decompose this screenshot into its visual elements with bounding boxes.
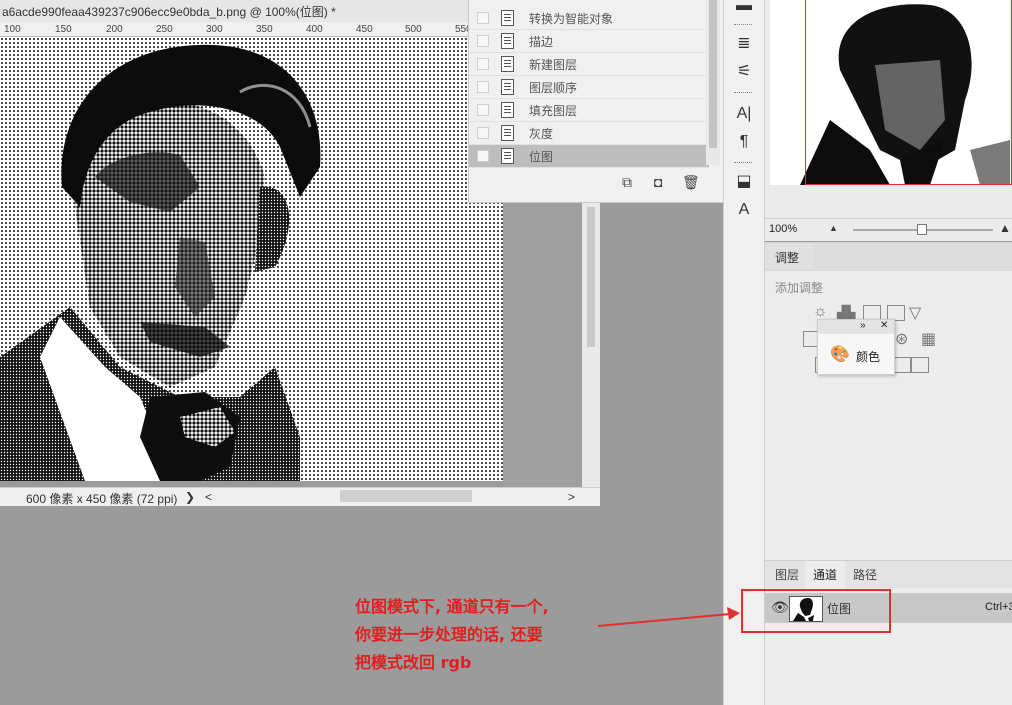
document-size-info: 600 像素 x 450 像素 (72 ppi) bbox=[26, 492, 178, 506]
new-document-from-state-icon[interactable]: ⧉ bbox=[622, 174, 632, 191]
history-state-icon bbox=[501, 79, 514, 95]
color-panel-label[interactable]: 颜色 bbox=[856, 348, 880, 365]
ruler-tick: 350 bbox=[256, 24, 273, 35]
ruler-tick: 500 bbox=[405, 24, 422, 35]
status-bar: 600 像素 x 450 像素 (72 ppi) ❯ < > bbox=[0, 487, 600, 506]
adjustments-tab-label: 调整 bbox=[775, 251, 800, 265]
comment-icon[interactable]: ▬ bbox=[734, 0, 754, 16]
ruler-tick: 150 bbox=[55, 24, 72, 35]
history-snapshot-checkbox[interactable] bbox=[477, 12, 489, 24]
history-scroll-thumb[interactable] bbox=[709, 0, 717, 148]
adjustments-panel: 调整 添加调整 ☼ ▟▙ ▽ ⊛ ▦ bbox=[765, 242, 1012, 561]
close-icon[interactable]: ✕ bbox=[880, 320, 888, 331]
history-item-label: 新建图层 bbox=[529, 58, 578, 72]
halftone-portrait bbox=[0, 44, 321, 481]
history-state-icon bbox=[501, 56, 514, 72]
tab-adjustments[interactable]: 调整 bbox=[765, 243, 813, 269]
history-footer: ⧉ ◘ 🗑 bbox=[468, 170, 722, 198]
history-item[interactable]: 描边 bbox=[469, 30, 709, 53]
color-adjustment-popup: » ✕ 🎨 颜色 bbox=[817, 319, 895, 375]
history-scrollbar[interactable] bbox=[706, 0, 720, 165]
character-icon[interactable]: A| bbox=[734, 104, 754, 124]
history-snapshot-checkbox[interactable] bbox=[477, 58, 489, 70]
gradient-map-icon[interactable] bbox=[893, 357, 911, 373]
annotation-line: 你要进一步处理的话, 还要 bbox=[355, 625, 543, 644]
tab-channels[interactable]: 通道 bbox=[805, 561, 846, 589]
history-snapshot-checkbox[interactable] bbox=[477, 81, 489, 93]
horizontal-scroll-thumb[interactable] bbox=[340, 490, 472, 502]
vibrance-icon[interactable]: ▽ bbox=[909, 303, 921, 323]
levels-icon[interactable]: ▟▙ bbox=[837, 305, 855, 319]
tool-separator bbox=[734, 162, 752, 166]
history-state-icon bbox=[501, 148, 514, 164]
ruler-tick: 300 bbox=[206, 24, 223, 35]
add-adjustment-label: 添加调整 bbox=[775, 281, 824, 295]
history-item-label: 位图 bbox=[529, 150, 554, 164]
history-state-icon bbox=[501, 33, 514, 49]
document-title: a6acde990feaa439237c906ecc9e0bda_b.png @… bbox=[2, 5, 336, 19]
status-menu-arrow[interactable]: ❯ bbox=[185, 490, 195, 504]
scroll-right-arrow[interactable]: > bbox=[568, 490, 575, 504]
glyphs-icon[interactable]: ⬓ bbox=[734, 172, 754, 192]
tool-presets-icon[interactable]: ⚟ bbox=[734, 62, 754, 82]
history-item-label: 描边 bbox=[529, 35, 554, 49]
zoom-slider-handle[interactable] bbox=[917, 224, 927, 235]
tab-paths[interactable]: 路径 bbox=[845, 561, 885, 589]
history-item[interactable]: 填充图层 bbox=[469, 99, 709, 122]
camera-snapshot-icon[interactable]: ◘ bbox=[654, 174, 662, 190]
history-item[interactable]: 新建图层 bbox=[469, 53, 709, 76]
ruler-tick: 200 bbox=[106, 24, 123, 35]
history-state-icon bbox=[501, 125, 514, 141]
channels-panel-tabs: 图层 通道 路径 bbox=[765, 560, 1012, 589]
history-item[interactable]: 转换为智能对象 bbox=[469, 7, 709, 30]
ruler-tick: 100 bbox=[4, 24, 21, 35]
navigator-zoom-bar: 100% ▲ ▲ bbox=[765, 218, 1012, 241]
history-snapshot-checkbox[interactable] bbox=[477, 104, 489, 116]
ruler-tick: 450 bbox=[356, 24, 373, 35]
ruler-tick: 250 bbox=[156, 24, 173, 35]
character-styles-icon[interactable]: A bbox=[734, 200, 754, 220]
tab-layers[interactable]: 图层 bbox=[767, 561, 807, 589]
history-item-label: 图层顺序 bbox=[529, 81, 578, 95]
palette-icon[interactable]: 🎨 bbox=[830, 344, 850, 364]
history-state-icon bbox=[501, 102, 514, 118]
history-state-icon bbox=[501, 10, 514, 26]
zoom-in-icon[interactable]: ▲ bbox=[999, 221, 1011, 235]
annotation-text: 位图模式下, 通道只有一个, 你要进一步处理的话, 还要 把模式改回 rgb bbox=[355, 593, 635, 677]
history-item-label: 灰度 bbox=[529, 127, 554, 141]
expand-icon[interactable]: » bbox=[860, 320, 866, 331]
trash-icon[interactable]: 🗑 bbox=[682, 174, 700, 191]
annotation-highlight-box bbox=[741, 589, 891, 633]
history-snapshot-checkbox[interactable] bbox=[477, 35, 489, 47]
history-item-selected[interactable]: 位图 bbox=[469, 145, 709, 168]
brush-settings-icon[interactable]: ≣ bbox=[734, 34, 754, 54]
history-snapshot-checkbox[interactable] bbox=[477, 150, 489, 162]
zoom-value[interactable]: 100% bbox=[769, 223, 797, 235]
ruler-tick: 400 bbox=[306, 24, 323, 35]
popup-title-bar[interactable]: » ✕ bbox=[818, 320, 894, 334]
tool-separator bbox=[734, 92, 752, 96]
navigator-view-box[interactable] bbox=[805, 0, 1012, 185]
annotation-line: 把模式改回 rgb bbox=[355, 653, 472, 672]
annotation-line: 位图模式下, 通道只有一个, bbox=[355, 597, 549, 616]
document-tab[interactable]: a6acde990feaa439237c906ecc9e0bda_b.png @… bbox=[0, 0, 470, 23]
history-snapshot-checkbox[interactable] bbox=[477, 127, 489, 139]
selective-color-icon[interactable] bbox=[911, 357, 929, 373]
channel-mixer-icon[interactable]: ⊛ bbox=[895, 329, 908, 349]
history-item-label: 填充图层 bbox=[529, 104, 578, 118]
zoom-out-icon[interactable]: ▲ bbox=[829, 223, 838, 233]
channel-shortcut: Ctrl+3 bbox=[985, 601, 1012, 613]
tool-separator bbox=[734, 24, 752, 28]
paragraph-icon[interactable]: ¶ bbox=[734, 132, 754, 152]
scroll-left-arrow[interactable]: < bbox=[205, 490, 212, 504]
bitmap-canvas[interactable] bbox=[0, 37, 503, 481]
color-lookup-icon[interactable]: ▦ bbox=[921, 329, 936, 349]
history-item[interactable]: 图层顺序 bbox=[469, 76, 709, 99]
history-item[interactable]: 灰度 bbox=[469, 122, 709, 145]
vertical-scroll-thumb[interactable] bbox=[587, 207, 595, 347]
history-item-label: 转换为智能对象 bbox=[529, 12, 614, 26]
